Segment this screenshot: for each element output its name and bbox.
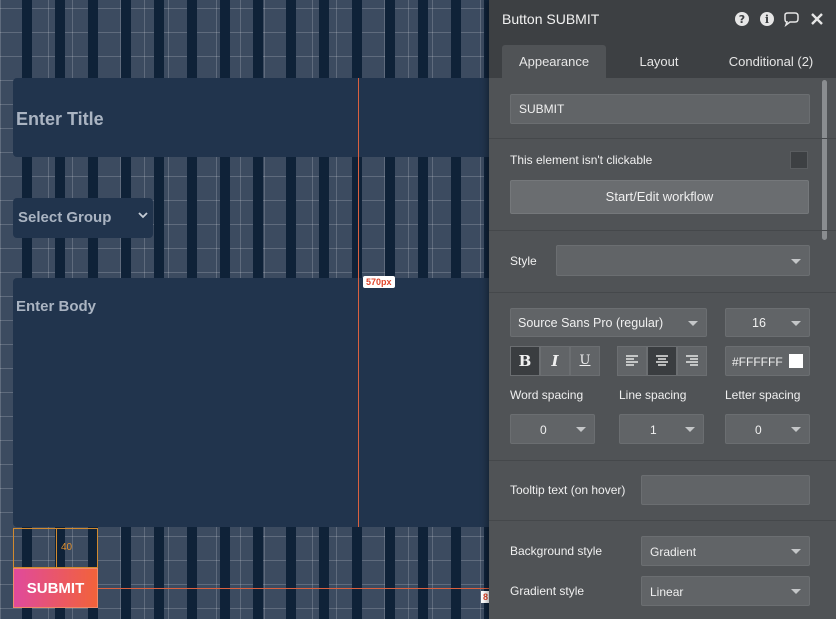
caret-down-icon: [791, 589, 801, 594]
align-center-icon: [656, 355, 668, 366]
font-color-value: #FFFFFF: [732, 355, 783, 369]
background-style-value: Gradient: [650, 545, 697, 559]
panel-header: Button SUBMIT ? i: [489, 0, 836, 38]
tabs-bar: Appearance Layout Conditional (2): [489, 38, 836, 78]
gradient-style-dropdown[interactable]: Linear: [641, 576, 810, 606]
title-placeholder: Enter Title: [16, 109, 104, 129]
info-icon[interactable]: i: [759, 11, 775, 27]
caret-down-icon: [791, 320, 801, 326]
style-label: Style: [510, 254, 537, 268]
letter-spacing-value: 0: [755, 423, 762, 437]
body-placeholder: Enter Body: [16, 298, 97, 315]
divider: [489, 460, 836, 461]
font-family-dropdown[interactable]: Source Sans Pro (regular): [510, 308, 707, 337]
tooltip-label: Tooltip text (on hover): [510, 483, 626, 497]
caret-down-icon: [791, 549, 801, 554]
spacing-value: 40: [61, 542, 73, 553]
font-family-value: Source Sans Pro (regular): [518, 316, 664, 330]
italic-button[interactable]: I: [540, 346, 570, 376]
width-badge: 570px: [363, 276, 395, 288]
button-text-input[interactable]: SUBMIT: [510, 94, 810, 124]
letter-spacing-label: Letter spacing: [725, 388, 801, 402]
gradient-style-label: Gradient style: [510, 584, 585, 598]
align-right-button[interactable]: [677, 346, 707, 376]
style-dropdown[interactable]: [556, 245, 810, 276]
color-swatch[interactable]: [789, 354, 803, 368]
not-clickable-label: This element isn't clickable: [510, 153, 653, 167]
property-editor-panel: Button SUBMIT ? i Appearance Layout Cond…: [489, 0, 836, 619]
line-spacing-dropdown[interactable]: 1: [619, 414, 704, 444]
font-color-picker[interactable]: #FFFFFF: [725, 346, 810, 376]
font-size-dropdown[interactable]: 16: [725, 308, 810, 337]
spacing-indicator-line: [56, 528, 57, 568]
word-spacing-dropdown[interactable]: 0: [510, 414, 595, 444]
caret-down-icon: [685, 427, 695, 432]
align-center-button[interactable]: [647, 346, 677, 376]
panel-scrollbar[interactable]: [822, 80, 827, 240]
background-style-dropdown[interactable]: Gradient: [641, 536, 810, 566]
tab-conditional[interactable]: Conditional (2): [711, 45, 831, 78]
divider: [489, 138, 836, 139]
button-text-value: SUBMIT: [519, 102, 565, 116]
close-icon[interactable]: [809, 11, 825, 27]
svg-text:i: i: [765, 13, 769, 26]
tooltip-input[interactable]: [641, 475, 810, 505]
word-spacing-label: Word spacing: [510, 388, 584, 402]
start-edit-workflow-button[interactable]: Start/Edit workflow: [510, 180, 809, 214]
line-spacing-value: 1: [650, 423, 657, 437]
submit-button[interactable]: SUBMIT: [13, 568, 98, 608]
group-dropdown[interactable]: Select Group: [13, 198, 153, 238]
caret-down-icon: [791, 427, 801, 432]
font-size-value: 16: [752, 316, 766, 330]
comment-icon[interactable]: [783, 11, 799, 27]
caret-down-icon: [576, 427, 586, 432]
divider: [489, 230, 836, 231]
tab-layout[interactable]: Layout: [619, 45, 699, 78]
vertical-guide-line: [358, 78, 359, 527]
gradient-style-value: Linear: [650, 585, 684, 599]
body-input[interactable]: Enter Body: [13, 278, 493, 527]
align-left-button[interactable]: [617, 346, 647, 376]
align-right-icon: [686, 355, 698, 366]
align-left-icon: [626, 355, 638, 366]
panel-title: Button SUBMIT: [502, 11, 600, 27]
group-placeholder: Select Group: [18, 209, 112, 226]
help-icon[interactable]: ?: [734, 11, 750, 27]
title-input[interactable]: Enter Title: [13, 78, 493, 157]
caret-down-icon: [791, 258, 801, 264]
letter-spacing-dropdown[interactable]: 0: [725, 414, 810, 444]
line-spacing-label: Line spacing: [619, 388, 687, 402]
word-spacing-value: 0: [540, 423, 547, 437]
bold-button[interactable]: B: [510, 346, 540, 376]
divider: [489, 520, 836, 521]
underline-button[interactable]: U: [570, 346, 600, 376]
background-style-label: Background style: [510, 544, 603, 558]
tab-appearance[interactable]: Appearance: [502, 45, 606, 78]
svg-text:?: ?: [739, 13, 745, 26]
chevron-down-icon: [138, 212, 148, 219]
divider: [489, 292, 836, 293]
caret-down-icon: [688, 320, 698, 326]
not-clickable-checkbox[interactable]: [790, 151, 808, 169]
